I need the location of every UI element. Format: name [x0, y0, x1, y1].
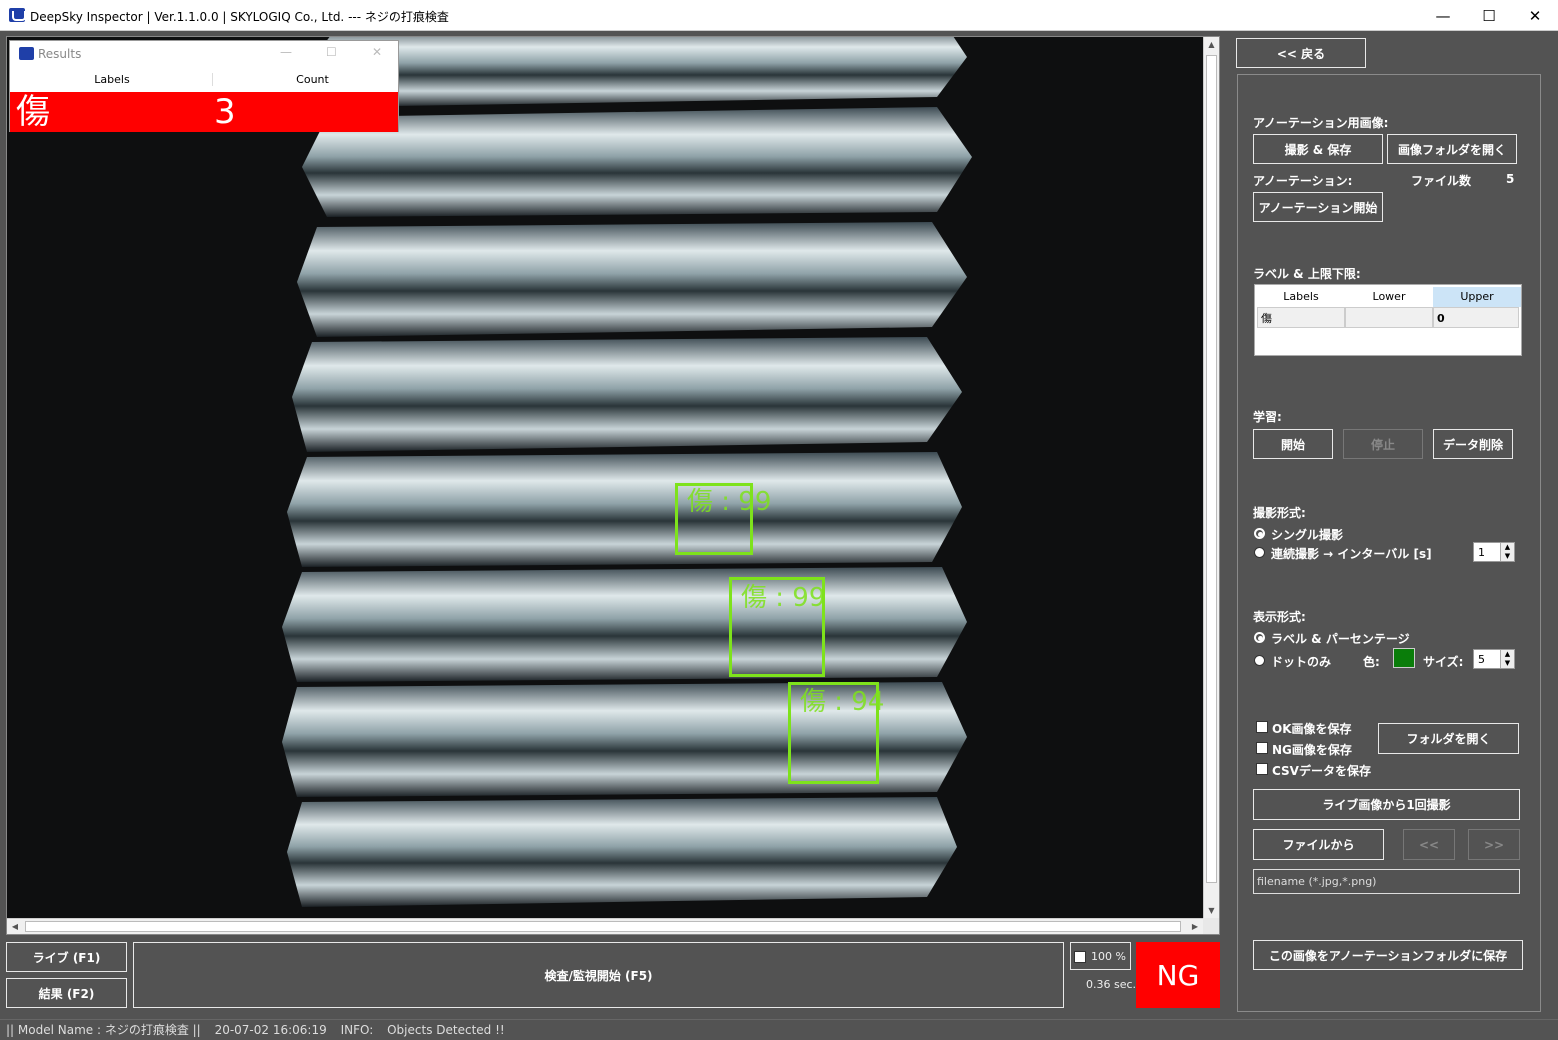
- learning-stop-button[interactable]: 停止: [1343, 429, 1423, 459]
- label-limits-heading: ラベル & 上限下限:: [1253, 267, 1361, 281]
- scroll-right-icon[interactable]: ▶: [1187, 919, 1203, 934]
- results-row: 傷 3: [10, 92, 398, 132]
- grid-header-upper: Upper: [1433, 287, 1521, 307]
- zoom-checkbox[interactable]: [1074, 951, 1086, 963]
- detection-label: 傷 : 99: [687, 487, 772, 517]
- dot-only-label: ドットのみ: [1271, 655, 1332, 669]
- results-header-labels: Labels: [94, 73, 130, 86]
- save-to-annotation-button[interactable]: この画像をアノーテーションフォルダに保存: [1253, 940, 1523, 970]
- close-button[interactable]: ✕: [1512, 0, 1558, 31]
- size-value: 5: [1478, 653, 1485, 666]
- from-file-button[interactable]: ファイルから: [1253, 829, 1384, 860]
- verdict-badge: NG: [1136, 942, 1220, 1008]
- inspect-start-button[interactable]: 検査/監視開始 (F5): [133, 942, 1064, 1008]
- grid-header-labels: Labels: [1257, 287, 1345, 307]
- delete-data-button[interactable]: データ削除: [1433, 429, 1513, 459]
- scroll-up-icon[interactable]: ▲: [1204, 37, 1219, 53]
- close-icon[interactable]: ✕: [372, 45, 382, 59]
- single-capture-radio[interactable]: [1254, 528, 1265, 539]
- next-image-button[interactable]: >>: [1468, 829, 1520, 860]
- status-timestamp: 20-07-02 16:06:19: [214, 1023, 327, 1037]
- save-csv-checkbox[interactable]: [1256, 763, 1268, 775]
- maximize-button[interactable]: ☐: [1466, 0, 1512, 31]
- size-stepper[interactable]: 5 ▲ ▼: [1473, 649, 1515, 669]
- annotation-image-heading: アノーテーション用画像:: [1253, 116, 1389, 130]
- result-button[interactable]: 結果 (F2): [6, 978, 127, 1008]
- grid-cell-upper[interactable]: 0: [1433, 307, 1519, 328]
- capture-save-button[interactable]: 撮影 & 保存: [1253, 134, 1383, 164]
- scroll-thumb[interactable]: [25, 921, 1181, 932]
- save-ok-label: OK画像を保存: [1272, 722, 1352, 736]
- live-button[interactable]: ライブ (F1): [6, 942, 127, 972]
- stepper-down-icon[interactable]: ▼: [1500, 659, 1514, 668]
- save-ng-checkbox[interactable]: [1256, 742, 1268, 754]
- vertical-scrollbar[interactable]: ▲ ▼: [1203, 37, 1219, 919]
- back-button[interactable]: << 戻る: [1236, 38, 1366, 68]
- filename-input[interactable]: filename (*.jpg,*.png): [1253, 869, 1520, 894]
- screw-image: [7, 37, 1203, 919]
- image-viewer[interactable]: 傷 : 99 傷 : 99 傷 : 94 ▲ ▼ ◀ ▶: [6, 36, 1220, 935]
- capture-from-live-button[interactable]: ライブ画像から1回撮影: [1253, 789, 1520, 820]
- status-model-name: || Model Name : ネジの打痕検査 ||: [6, 1023, 201, 1037]
- results-label-cell: 傷: [16, 92, 50, 132]
- detection-label: 傷 : 94: [800, 687, 885, 717]
- dot-color-swatch[interactable]: [1393, 648, 1415, 668]
- app-logo-icon: [9, 8, 26, 22]
- minimize-button[interactable]: —: [1420, 0, 1466, 31]
- results-title: Results: [38, 47, 82, 61]
- open-folder-button[interactable]: フォルダを開く: [1378, 723, 1519, 754]
- window-title: DeepSky Inspector | Ver.1.1.0.0 | SKYLOG…: [30, 10, 449, 24]
- grid-cell-label[interactable]: 傷: [1257, 307, 1345, 328]
- file-count-label: ファイル数: [1411, 174, 1472, 188]
- size-label: サイズ:: [1423, 655, 1464, 669]
- grid-header-lower: Lower: [1345, 287, 1433, 307]
- color-label: 色:: [1363, 655, 1380, 669]
- annotation-heading: アノーテーション:: [1253, 174, 1353, 188]
- stepper-up-icon[interactable]: ▲: [1500, 543, 1514, 552]
- maximize-icon[interactable]: ☐: [326, 45, 337, 59]
- label-limits-grid[interactable]: Labels Lower Upper 傷 0: [1254, 284, 1522, 356]
- stepper-down-icon[interactable]: ▼: [1500, 552, 1514, 561]
- scroll-corner: [1203, 918, 1219, 934]
- interval-stepper[interactable]: 1 ▲ ▼: [1473, 542, 1515, 562]
- dot-only-radio[interactable]: [1254, 655, 1265, 666]
- minimize-icon[interactable]: —: [280, 45, 292, 59]
- zoom-value: 100 %: [1091, 950, 1126, 963]
- results-count-cell: 3: [214, 92, 236, 132]
- app-logo-icon: [19, 47, 34, 60]
- zoom-toggle[interactable]: 100 %: [1070, 942, 1131, 970]
- learning-heading: 学習:: [1253, 410, 1282, 424]
- annotation-start-button[interactable]: アノーテーション開始: [1253, 192, 1383, 222]
- learning-start-button[interactable]: 開始: [1253, 429, 1333, 459]
- open-image-folder-button[interactable]: 画像フォルダを開く: [1387, 134, 1517, 164]
- results-header-count: Count: [212, 73, 412, 86]
- continuous-capture-label: 連続撮影 → インターバル [s]: [1271, 547, 1432, 561]
- save-ok-checkbox[interactable]: [1256, 721, 1268, 733]
- grid-cell-lower[interactable]: [1345, 307, 1433, 328]
- horizontal-scrollbar[interactable]: ◀ ▶: [7, 918, 1203, 934]
- status-bar: || Model Name : ネジの打痕検査 || 20-07-02 16:0…: [0, 1019, 1558, 1040]
- label-percent-label: ラベル & パーセンテージ: [1271, 632, 1410, 646]
- display-mode-heading: 表示形式:: [1253, 610, 1306, 624]
- title-bar: DeepSky Inspector | Ver.1.1.0.0 | SKYLOG…: [0, 0, 1558, 31]
- scroll-left-icon[interactable]: ◀: [7, 919, 23, 934]
- status-info-text: Objects Detected !!: [387, 1023, 505, 1037]
- file-count-value: 5: [1506, 172, 1515, 186]
- results-window[interactable]: Results — ☐ ✕ Labels Count 傷 3: [9, 40, 399, 132]
- prev-image-button[interactable]: <<: [1403, 829, 1455, 860]
- save-csv-label: CSVデータを保存: [1272, 764, 1371, 778]
- continuous-capture-radio[interactable]: [1254, 547, 1265, 558]
- interval-value: 1: [1478, 546, 1485, 559]
- label-percent-radio[interactable]: [1254, 632, 1265, 643]
- stepper-up-icon[interactable]: ▲: [1500, 650, 1514, 659]
- single-capture-label: シングル撮影: [1271, 528, 1344, 542]
- capture-mode-heading: 撮影形式:: [1253, 506, 1306, 520]
- scroll-thumb[interactable]: [1206, 55, 1217, 883]
- save-ng-label: NG画像を保存: [1272, 743, 1352, 757]
- detection-label: 傷 : 99: [741, 583, 826, 613]
- inference-time: 0.36 sec.: [1086, 978, 1137, 991]
- status-info-label: INFO:: [340, 1023, 374, 1037]
- scroll-down-icon[interactable]: ▼: [1204, 903, 1219, 919]
